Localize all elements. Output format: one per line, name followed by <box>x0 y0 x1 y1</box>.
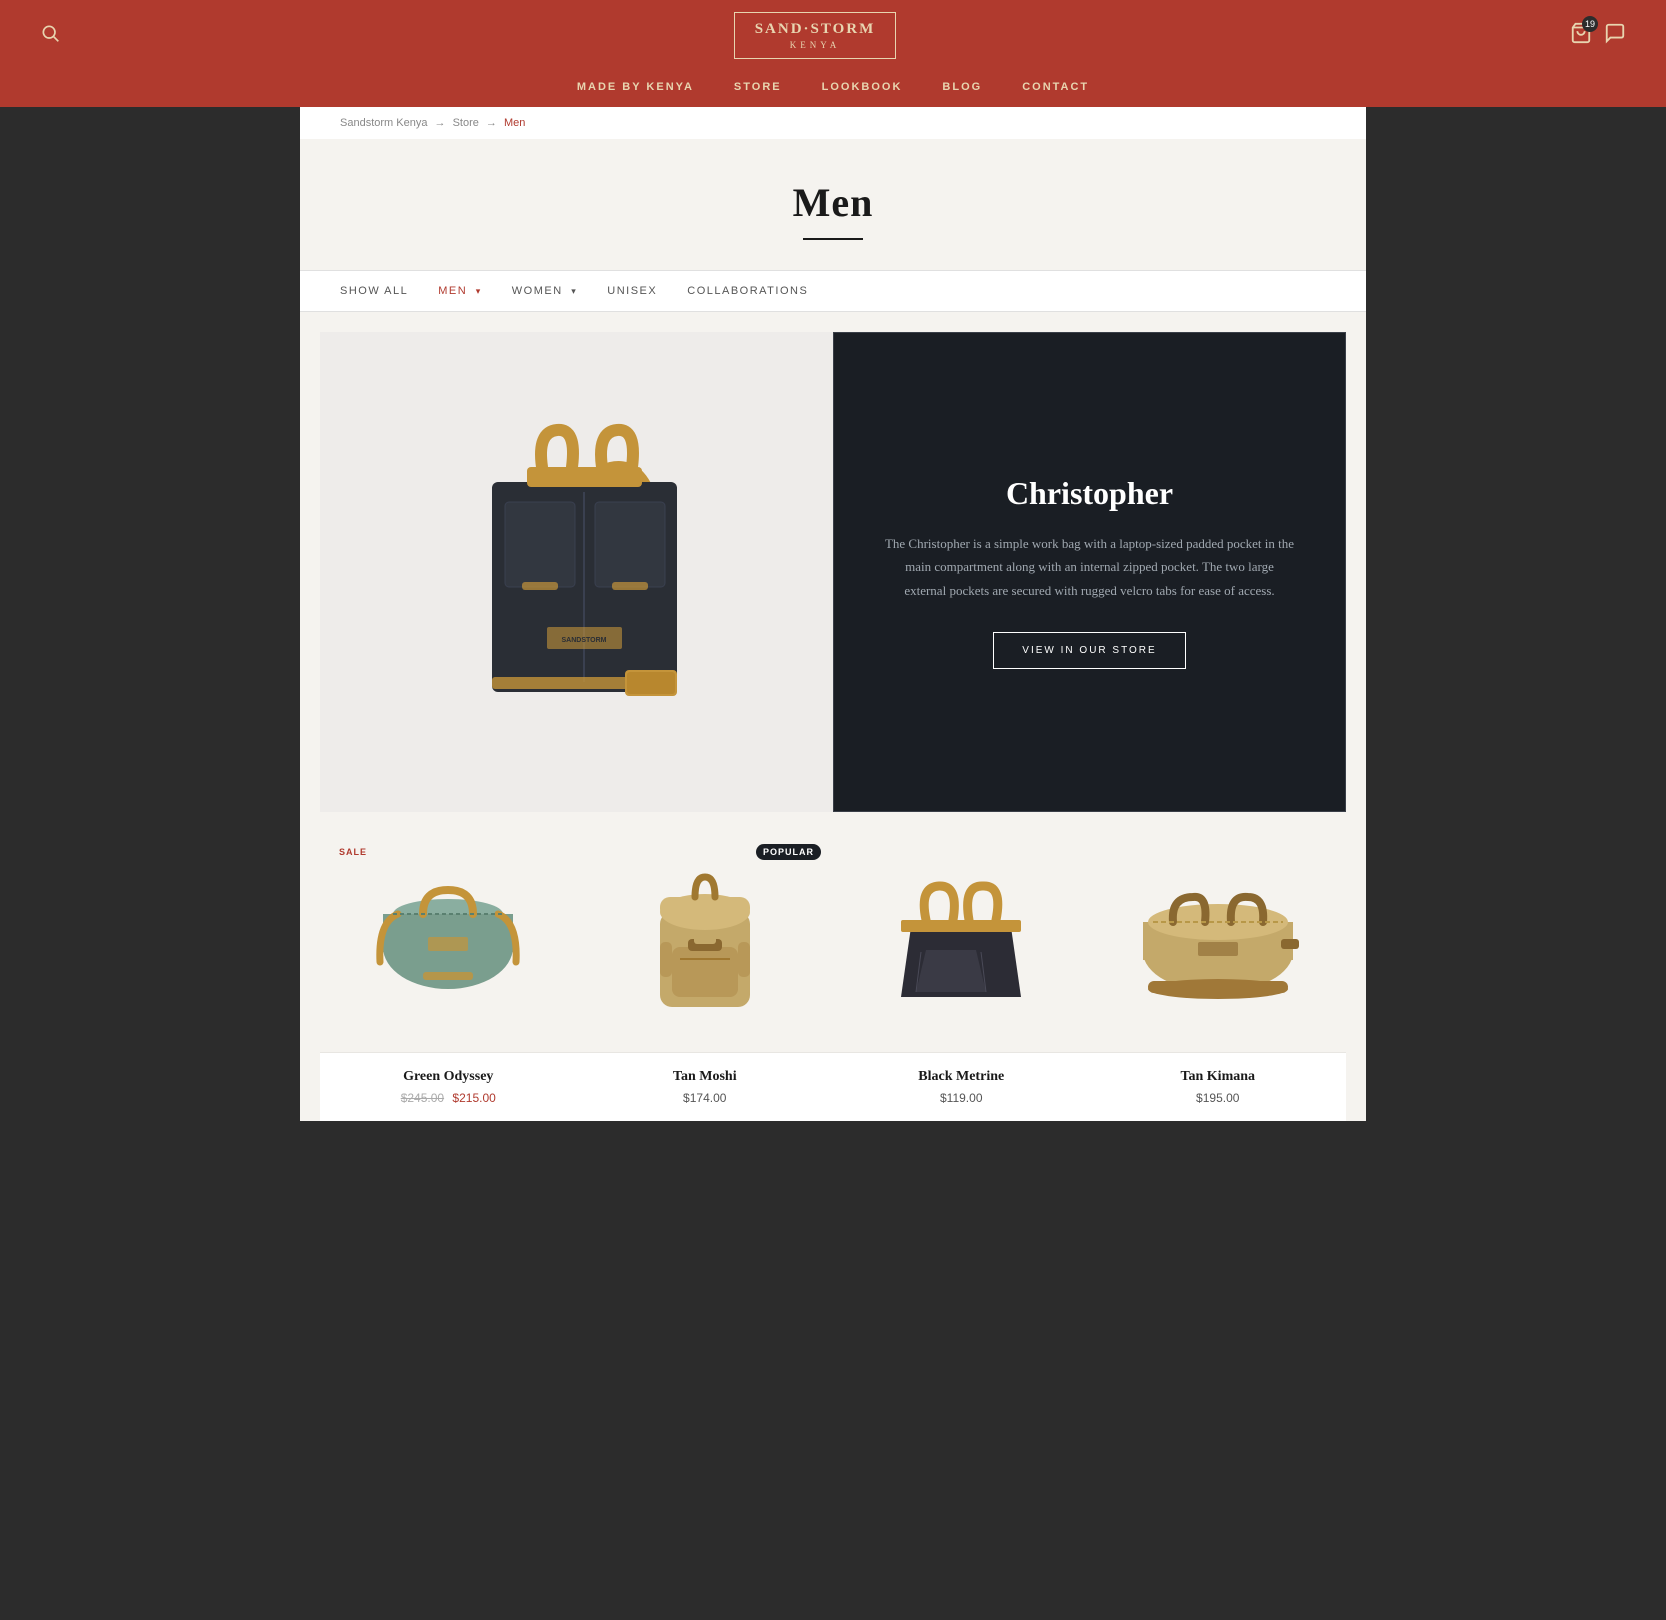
filter-women[interactable]: WOMEN ▾ <box>512 271 577 311</box>
christopher-bag-svg: SANDSTORM <box>447 412 707 732</box>
product-card-black-metrine[interactable]: Black Metrine $119.00 <box>833 832 1090 1121</box>
filter-show-all[interactable]: SHOW ALL <box>340 271 408 311</box>
featured-product-title: Christopher <box>1006 475 1173 512</box>
product-info-tan-moshi: Tan Moshi $174.00 <box>577 1052 834 1121</box>
logo[interactable]: SAND·STORM KENYA <box>734 12 897 59</box>
header-icons-right: 19 <box>1570 22 1626 49</box>
svg-text:SANDSTORM: SANDSTORM <box>561 637 606 644</box>
popular-badge: POPULAR <box>756 844 821 860</box>
filter-men-label: MEN <box>438 285 467 297</box>
header-top: SAND·STORM KENYA 19 <box>0 0 1666 71</box>
product-name-black-metrine: Black Metrine <box>845 1069 1078 1085</box>
product-card-tan-kimana[interactable]: Tan Kimana $195.00 <box>1090 832 1347 1121</box>
product-price-green-odyssey: $245.00 $215.00 <box>332 1091 565 1105</box>
header-nav: MADE BY KENYA STORE LOOKBOOK BLOG CONTAC… <box>0 71 1666 107</box>
logo-text: SAND·STORM <box>755 21 876 38</box>
title-underline <box>803 238 863 240</box>
breadcrumb-current: Men <box>504 117 525 129</box>
featured-info-box: Christopher The Christopher is a simple … <box>833 332 1346 812</box>
cart-badge: 19 <box>1582 16 1598 32</box>
filter-collaborations[interactable]: COLLABORATIONS <box>687 271 808 311</box>
view-store-button[interactable]: VIEW IN OUR STORE <box>993 632 1185 669</box>
page-title: Men <box>320 179 1346 226</box>
chevron-women-icon: ▾ <box>571 286 577 296</box>
logo-sub: KENYA <box>755 40 876 50</box>
product-info-green-odyssey: Green Odyssey $245.00 $215.00 <box>320 1052 577 1121</box>
nav-lookbook[interactable]: LOOKBOOK <box>822 81 903 93</box>
featured-image-box: SANDSTORM <box>320 332 833 812</box>
cart-icon[interactable]: 19 <box>1570 22 1592 49</box>
tan-kimana-img <box>1133 877 1303 1007</box>
featured-section: SANDSTORM Christopher The Christopher is… <box>320 332 1346 812</box>
search-icon[interactable] <box>40 23 60 48</box>
product-info-black-metrine: Black Metrine $119.00 <box>833 1052 1090 1121</box>
black-metrine-img <box>881 872 1041 1012</box>
filter-unisex[interactable]: UNISEX <box>607 271 657 311</box>
product-card-green-odyssey[interactable]: SALE <box>320 832 577 1121</box>
breadcrumb-arrow-2: → <box>486 117 497 129</box>
featured-product-desc: The Christopher is a simple work bag wit… <box>884 532 1295 602</box>
product-name-green-odyssey: Green Odyssey <box>332 1069 565 1085</box>
breadcrumb: Sandstorm Kenya → Store → Men <box>300 107 1366 139</box>
product-image-tan-moshi: POPULAR <box>577 832 834 1052</box>
nav-made-by-kenya[interactable]: MADE BY KENYA <box>577 81 694 93</box>
sale-badge: SALE <box>332 844 374 860</box>
breadcrumb-store[interactable]: Store <box>453 117 479 129</box>
chat-icon[interactable] <box>1604 22 1626 49</box>
filter-women-label: WOMEN <box>512 285 563 297</box>
breadcrumb-sandstorm[interactable]: Sandstorm Kenya <box>340 117 427 129</box>
page-title-section: Men <box>300 139 1366 270</box>
product-name-tan-moshi: Tan Moshi <box>589 1069 822 1085</box>
breadcrumb-arrow-1: → <box>435 117 446 129</box>
product-price-tan-kimana: $195.00 <box>1102 1091 1335 1105</box>
nav-blog[interactable]: BLOG <box>942 81 982 93</box>
price-sale: $215.00 <box>452 1091 495 1105</box>
header-icons-left <box>40 23 60 48</box>
logo-box: SAND·STORM KENYA <box>734 12 897 59</box>
filter-tabs: SHOW ALL MEN ▾ WOMEN ▾ UNISEX COLLABORAT… <box>300 270 1366 312</box>
price-original: $245.00 <box>401 1091 444 1105</box>
product-card-tan-moshi[interactable]: POPULAR <box>577 832 834 1121</box>
product-image-green-odyssey: SALE <box>320 832 577 1052</box>
nav-contact[interactable]: CONTACT <box>1022 81 1089 93</box>
green-odyssey-img <box>368 872 528 1012</box>
header: SAND·STORM KENYA 19 MADE BY KENYA <box>0 0 1666 107</box>
product-image-black-metrine <box>833 832 1090 1052</box>
chevron-men-icon: ▾ <box>476 286 482 296</box>
product-image-tan-kimana <box>1090 832 1347 1052</box>
filter-men[interactable]: MEN ▾ <box>438 271 482 311</box>
product-grid: SALE <box>320 832 1346 1121</box>
main-wrapper: Sandstorm Kenya → Store → Men Men SHOW A… <box>300 107 1366 1121</box>
nav-store[interactable]: STORE <box>734 81 782 93</box>
tan-moshi-img <box>630 867 780 1017</box>
product-info-tan-kimana: Tan Kimana $195.00 <box>1090 1052 1347 1121</box>
product-price-tan-moshi: $174.00 <box>589 1091 822 1105</box>
product-price-black-metrine: $119.00 <box>845 1091 1078 1105</box>
product-name-tan-kimana: Tan Kimana <box>1102 1069 1335 1085</box>
